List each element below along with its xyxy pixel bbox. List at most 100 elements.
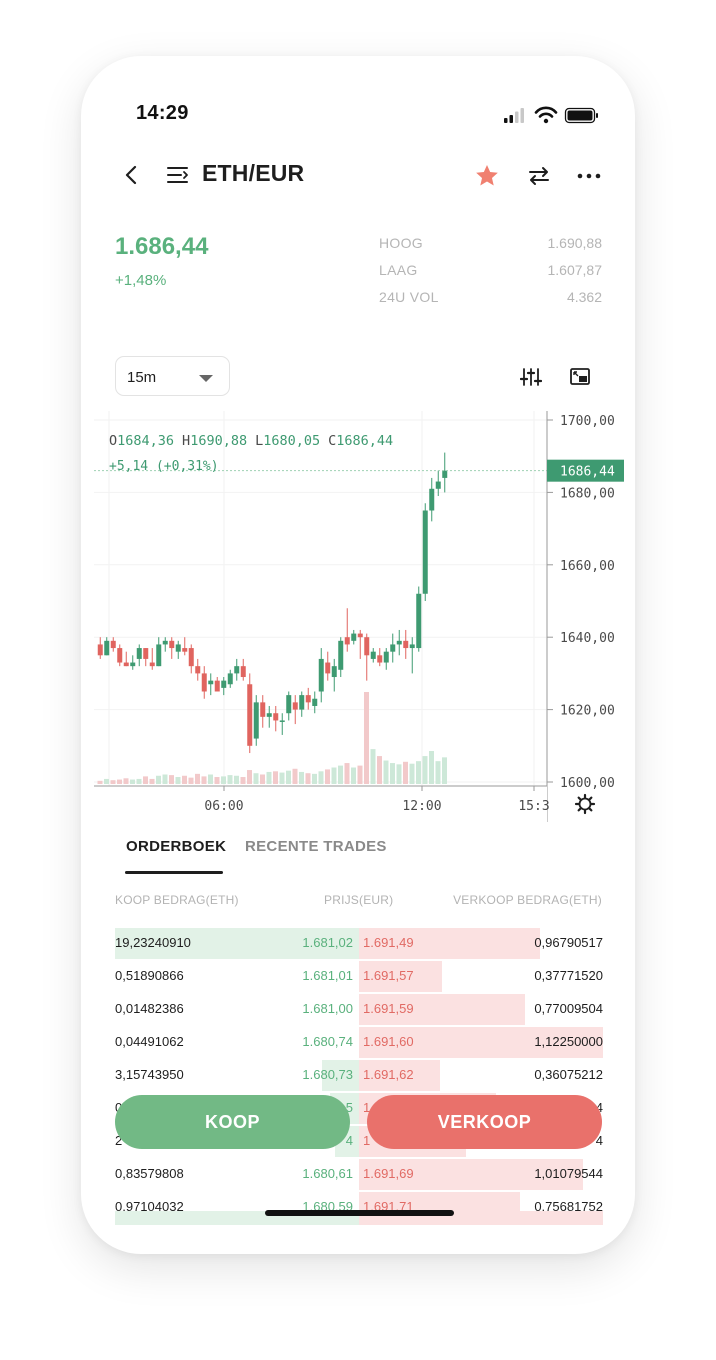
buy-amount: 0,83579808 xyxy=(115,1166,184,1181)
buy-button[interactable]: KOOP xyxy=(115,1095,350,1149)
candle xyxy=(435,481,441,489)
sell-button[interactable]: VERKOOP xyxy=(367,1095,602,1149)
settings-sliders-icon xyxy=(520,368,542,386)
orderbook-row[interactable]: 3,15743950 1.680,73 1.691,62 0,36075212 xyxy=(115,1058,603,1091)
candle xyxy=(338,640,344,670)
candle xyxy=(143,648,149,659)
x-tick-label: 12:00 xyxy=(402,799,441,814)
candle xyxy=(390,644,396,652)
volume-bar xyxy=(377,756,382,784)
buy-amount: 0,01482386 xyxy=(115,1001,184,1016)
volume-bar xyxy=(429,751,434,784)
fullscreen-icon xyxy=(570,368,590,385)
buy-amount: 19,23240910 xyxy=(115,935,191,950)
candle xyxy=(305,695,311,703)
candle xyxy=(123,662,129,667)
back-button[interactable] xyxy=(119,161,143,189)
candle xyxy=(188,648,194,667)
buy-price: 1.680,61 xyxy=(302,1166,353,1181)
candle xyxy=(364,637,370,656)
candle xyxy=(149,662,155,667)
orderbook-row[interactable]: 0,01482386 1.681,00 1.691,59 0,77009504 xyxy=(115,992,603,1025)
volume-bar xyxy=(305,773,311,784)
candle xyxy=(357,633,363,638)
sell-amount: 0,37771520 xyxy=(534,968,603,983)
candle xyxy=(377,655,383,663)
sell-price: 1.691,60 xyxy=(363,1034,414,1049)
phone-frame: 14:29 ETH/EUR 1.686,44 +1,48% HOOG 1.690… xyxy=(81,56,635,1254)
volume-bar xyxy=(182,775,187,784)
candle xyxy=(312,698,318,706)
volume-bar xyxy=(292,768,298,784)
volume-bar xyxy=(240,777,246,784)
pair-title: ETH/EUR xyxy=(202,160,305,186)
candle xyxy=(383,651,389,663)
sell-amount: 1,01079544 xyxy=(534,1166,603,1181)
orderbook-table: 19,23240910 1.681,02 1.691,49 0,96790517 0,5… xyxy=(115,926,603,1223)
markets-list-button[interactable] xyxy=(165,162,191,188)
candle xyxy=(162,640,168,645)
chart-settings-button[interactable] xyxy=(518,364,544,390)
ohlc-h: 1690,88 xyxy=(190,433,247,449)
status-time: 14:29 xyxy=(136,102,189,124)
sell-price: 1 xyxy=(363,1133,371,1148)
volume-bar xyxy=(130,779,135,784)
candle xyxy=(208,680,214,685)
stat-label-low: LAAG xyxy=(379,262,418,278)
candle xyxy=(221,680,227,688)
sell-amount: 1,12250000 xyxy=(534,1034,603,1049)
orderbook-row[interactable]: 0,83579808 1.680,61 1.691,69 1,01079544 xyxy=(115,1157,603,1190)
tab-recent-trades[interactable]: RECENTE TRADES xyxy=(245,838,387,855)
candle xyxy=(156,644,162,667)
back-chevron-icon xyxy=(125,165,137,185)
volume-bar xyxy=(253,773,259,784)
chart-settings-gear-icon[interactable] xyxy=(574,793,596,815)
wifi-icon xyxy=(534,106,558,124)
sell-price: 1.691,59 xyxy=(363,1001,414,1016)
status-icons xyxy=(504,106,598,124)
volume-bar xyxy=(110,780,116,784)
interval-value: 15m xyxy=(127,369,157,386)
y-tick-label: 1620,00 xyxy=(560,704,615,719)
volume-bar xyxy=(344,763,350,784)
sell-price: 1.691,57 xyxy=(363,968,414,983)
orderbook-row[interactable]: 0,51890866 1.681,01 1.691,57 0,37771520 xyxy=(115,959,603,992)
price-chart[interactable]: 1700,00 1680,00 1660,00 1640,00 1620,00 1600,… xyxy=(94,411,624,822)
volume-bar xyxy=(299,771,304,784)
candle xyxy=(136,648,142,659)
buy-amount: 3,15743950 xyxy=(115,1067,184,1082)
candle xyxy=(422,510,428,594)
candle xyxy=(442,470,448,478)
favorite-button[interactable] xyxy=(473,162,501,190)
orderbook-row[interactable]: 0,04491062 1.680,74 1.691,60 1,12250000 xyxy=(115,1025,603,1058)
candle xyxy=(344,637,350,645)
tab-orderbook[interactable]: ORDERBOEK xyxy=(126,838,226,855)
ohlc-c-key: C xyxy=(328,433,336,449)
candle xyxy=(97,644,103,656)
volume-bar xyxy=(286,770,291,784)
swap-button[interactable] xyxy=(525,162,553,190)
signal-icon xyxy=(504,108,524,123)
volume-bar xyxy=(221,776,226,784)
header-buy-amount: KOOP BEDRAG(ETH) xyxy=(115,893,239,907)
sell-amount: 0,77009504 xyxy=(534,1001,603,1016)
buy-price: 1.680,74 xyxy=(302,1034,353,1049)
more-button[interactable] xyxy=(575,162,603,190)
x-tick-label: 06:00 xyxy=(204,799,243,814)
swap-icon xyxy=(529,167,549,185)
volume-bar xyxy=(123,778,129,784)
candle xyxy=(429,488,435,511)
buy-price: 1.681,00 xyxy=(302,1001,353,1016)
list-icon xyxy=(167,167,188,183)
candle xyxy=(266,713,272,717)
y-tick-label: 1660,00 xyxy=(560,559,615,574)
candle xyxy=(227,673,233,685)
fullscreen-button[interactable] xyxy=(567,364,593,390)
volume-bar xyxy=(325,769,330,784)
stat-value-low: 1.607,87 xyxy=(547,262,603,278)
change-legend: +5,14 (+0,31%) xyxy=(109,459,219,474)
orderbook-row[interactable]: 19,23240910 1.681,02 1.691,49 0,96790517 xyxy=(115,926,603,959)
interval-dropdown[interactable]: 15m xyxy=(115,356,230,396)
candle xyxy=(110,640,116,649)
volume-bar xyxy=(149,778,155,784)
